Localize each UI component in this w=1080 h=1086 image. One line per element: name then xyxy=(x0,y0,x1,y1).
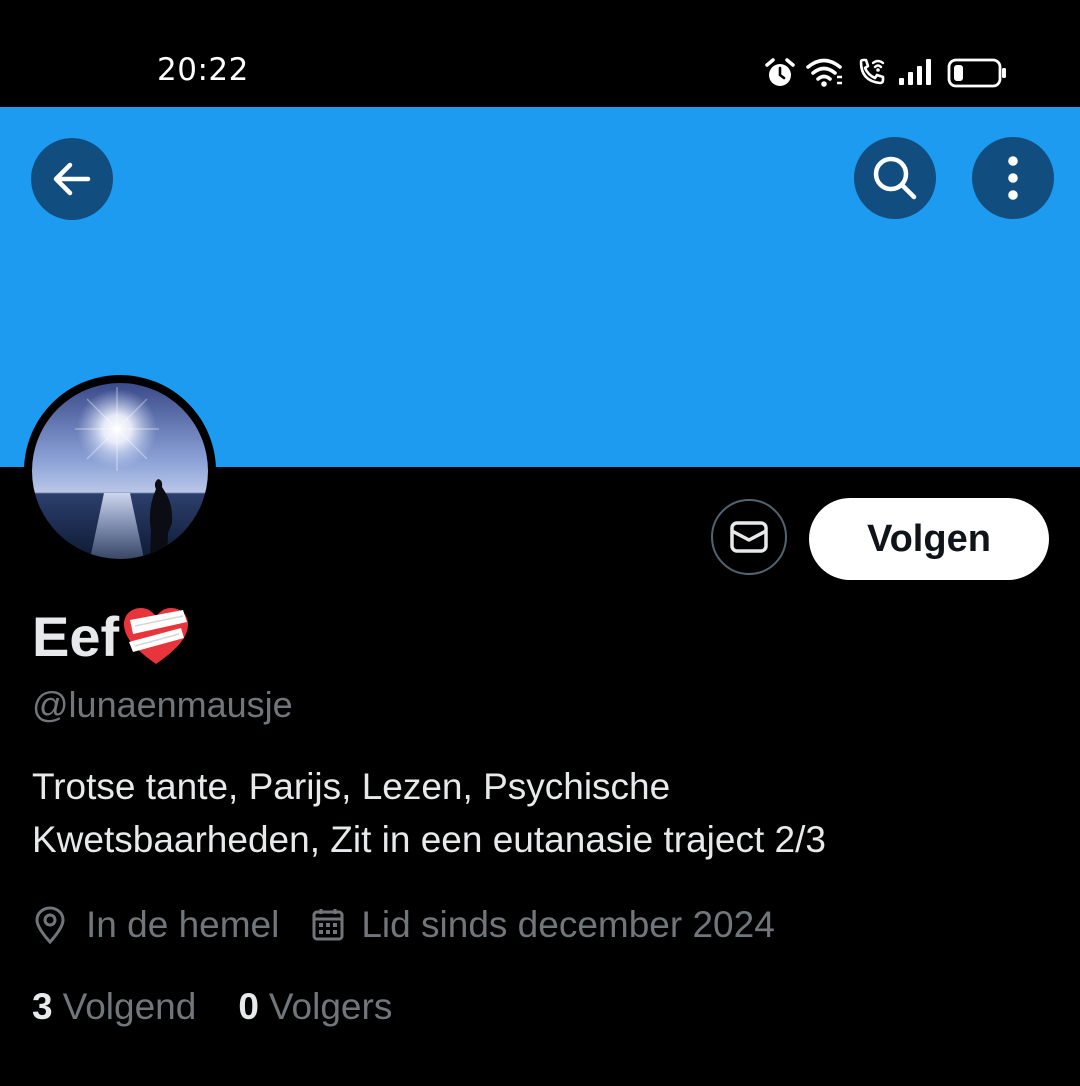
more-vertical-icon xyxy=(1008,156,1018,200)
wifi-icon xyxy=(806,58,842,87)
display-name: Eef xyxy=(32,601,191,671)
followers-count: 0 xyxy=(238,986,259,1027)
mail-icon xyxy=(730,521,768,553)
battery-icon xyxy=(947,58,1006,88)
profile-stats: 3 Volgend 0 Volgers xyxy=(32,982,392,1032)
status-time: 20:22 xyxy=(157,52,249,88)
profile-meta: In de hemel Lid sinds december 2024 xyxy=(32,900,775,950)
following-count: 3 xyxy=(32,986,53,1027)
calendar-icon xyxy=(312,909,344,941)
display-name-text: Eef xyxy=(32,604,120,668)
join-date: Lid sinds december 2024 xyxy=(311,904,775,946)
location-pin-icon xyxy=(35,906,65,945)
follow-button[interactable]: Volgen xyxy=(809,498,1049,580)
profile-bio: Trotse tante, Parijs, Lezen, Psychische … xyxy=(32,760,1032,866)
avatar-photo xyxy=(32,383,208,559)
status-bar: 20:22 xyxy=(0,0,1080,107)
wifi-call-icon xyxy=(859,58,885,85)
bio-line: Kwetsbaarheden, Zit in een eutanasie tra… xyxy=(32,819,826,860)
location-text: In de hemel xyxy=(86,904,280,945)
followers-link[interactable]: 0 Volgers xyxy=(238,986,392,1028)
following-label: Volgend xyxy=(62,986,197,1027)
back-arrow-icon xyxy=(53,162,91,196)
more-options-button[interactable] xyxy=(972,137,1054,219)
heart-with-bandage-icon xyxy=(124,608,189,664)
bio-line: Trotse tante, Parijs, Lezen, Psychische xyxy=(32,766,671,807)
back-button[interactable] xyxy=(31,138,113,220)
location: In de hemel xyxy=(32,904,279,946)
followers-label: Volgers xyxy=(268,986,393,1027)
message-button[interactable] xyxy=(711,499,787,575)
profile-handle: @lunaenmausje xyxy=(32,684,293,725)
following-link[interactable]: 3 Volgend xyxy=(32,986,196,1028)
search-button[interactable] xyxy=(854,137,936,219)
join-date-text: Lid sinds december 2024 xyxy=(361,904,775,945)
signal-icon xyxy=(899,59,931,85)
avatar[interactable] xyxy=(24,375,216,567)
alarm-icon xyxy=(765,58,795,86)
search-icon xyxy=(873,156,917,200)
